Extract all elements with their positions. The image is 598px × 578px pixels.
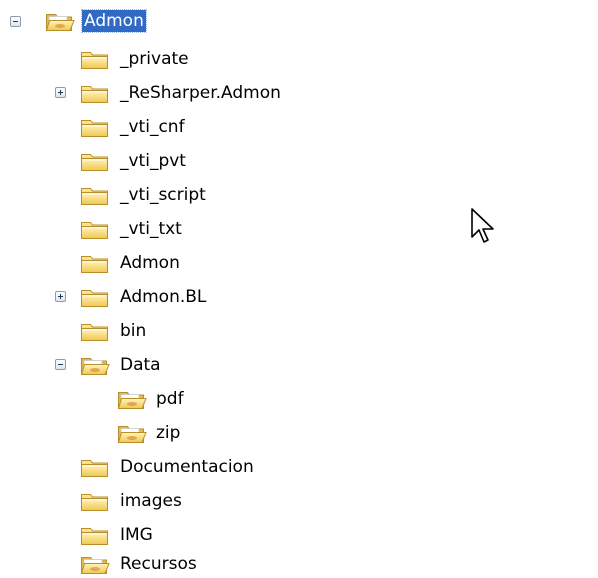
tree-node-admon-root[interactable]: Admon — [0, 4, 200, 38]
folder-icon — [80, 116, 110, 138]
tree-node-label[interactable]: images — [118, 490, 184, 512]
tree-node-pdf[interactable]: pdf — [0, 382, 260, 416]
tree-node-zip[interactable]: zip — [0, 416, 260, 450]
tree-node-label[interactable]: Admon — [118, 252, 182, 274]
tree-node-label[interactable]: Documentacion — [118, 456, 256, 478]
tree-node-label[interactable]: _private — [118, 48, 191, 70]
folder-icon — [80, 218, 110, 240]
folder-icon — [80, 490, 110, 512]
tree-node-vti-cnf[interactable]: _vti_cnf — [0, 110, 260, 144]
open-folder-icon — [117, 388, 147, 410]
tree-node-admon[interactable]: Admon — [0, 246, 260, 280]
folder-icon — [80, 48, 110, 70]
open-folder-icon — [80, 553, 110, 575]
tree-node-label[interactable]: Admon — [81, 9, 147, 33]
tree-node-documentacion[interactable]: Documentacion — [0, 450, 300, 484]
folder-icon — [80, 320, 110, 342]
tree-node-vti-txt[interactable]: _vti_txt — [0, 212, 260, 246]
tree-node-label[interactable]: Recursos — [118, 553, 199, 575]
tree-node-label[interactable]: _vti_pvt — [118, 150, 188, 172]
folder-tree: Admon _private _ReSharper.Admon _vti_cnf… — [0, 0, 598, 578]
tree-node-label[interactable]: bin — [118, 320, 148, 342]
open-folder-icon — [117, 422, 147, 444]
tree-node-admon-bl[interactable]: Admon.BL — [0, 280, 260, 314]
folder-icon — [80, 184, 110, 206]
minus-expander-icon[interactable] — [10, 16, 21, 27]
tree-node-vti-script[interactable]: _vti_script — [0, 178, 260, 212]
folder-icon — [80, 150, 110, 172]
folder-icon — [80, 82, 110, 104]
folder-icon — [80, 286, 110, 308]
tree-node-data[interactable]: Data — [0, 348, 260, 382]
tree-node-bin[interactable]: bin — [0, 314, 260, 348]
plus-expander-icon[interactable] — [55, 291, 66, 302]
tree-node-label[interactable]: _vti_cnf — [118, 116, 187, 138]
folder-icon — [80, 456, 110, 478]
tree-node-label[interactable]: Data — [118, 354, 163, 376]
tree-node-label[interactable]: pdf — [154, 388, 186, 410]
minus-expander-icon[interactable] — [55, 359, 66, 370]
mouse-pointer-icon — [470, 207, 496, 245]
tree-node-vti-pvt[interactable]: _vti_pvt — [0, 144, 260, 178]
tree-node-recursos[interactable]: Recursos — [0, 544, 260, 578]
tree-node-label[interactable]: IMG — [118, 524, 155, 546]
tree-node-label[interactable]: _ReSharper.Admon — [118, 82, 283, 104]
tree-node-resharper-admon[interactable]: _ReSharper.Admon — [0, 76, 330, 110]
tree-node-label[interactable]: _vti_script — [118, 184, 208, 206]
plus-expander-icon[interactable] — [55, 87, 66, 98]
tree-node-label[interactable]: zip — [154, 422, 182, 444]
open-folder-icon — [45, 10, 75, 32]
folder-icon — [80, 524, 110, 546]
tree-node-label[interactable]: Admon.BL — [118, 286, 208, 308]
folder-icon — [80, 252, 110, 274]
open-folder-icon — [80, 354, 110, 376]
tree-node-images[interactable]: images — [0, 484, 260, 518]
tree-node-label[interactable]: _vti_txt — [118, 218, 184, 240]
tree-node-private[interactable]: _private — [0, 42, 260, 76]
